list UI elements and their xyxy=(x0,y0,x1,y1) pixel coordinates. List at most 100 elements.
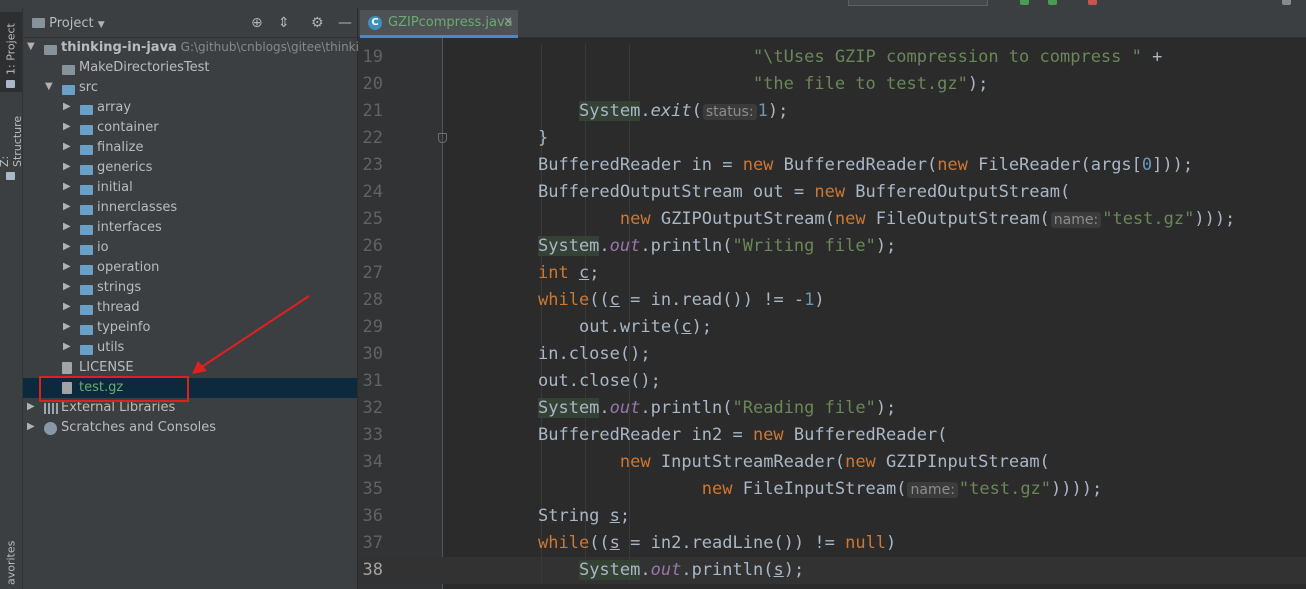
code-line[interactable]: 35 new FileInputStream(name: "test.gz")))… xyxy=(358,476,1306,503)
code-text: while((c = in.read()) != -1) xyxy=(538,290,825,310)
code-line[interactable]: 19 "\tUses GZIP compression to compress … xyxy=(358,44,1306,71)
code-line[interactable]: 37 while((s = in2.readLine()) != null) xyxy=(358,530,1306,557)
collapse-arrow-icon[interactable]: ▶ xyxy=(63,141,71,152)
tree-item[interactable]: ▶ generics xyxy=(23,158,357,178)
code-line[interactable]: 33 BufferedReader in2 = new BufferedReade… xyxy=(358,422,1306,449)
collapse-arrow-icon[interactable]: ▶ xyxy=(27,421,35,432)
code-line[interactable]: 20 "the file to test.gz"); xyxy=(358,71,1306,98)
code-line[interactable]: 24 BufferedOutputStream out = new Buffere… xyxy=(358,179,1306,206)
tree-item-label: utils xyxy=(97,340,124,355)
tree-item[interactable]: ▶ strings xyxy=(23,278,357,298)
code-line[interactable]: 36 String s; xyxy=(358,503,1306,530)
collapse-arrow-icon[interactable]: ▶ xyxy=(63,181,71,192)
code-token: "Writing file" xyxy=(732,236,876,256)
tree-item[interactable]: ▶ io xyxy=(23,238,357,258)
tree-item[interactable]: ▶ operation xyxy=(23,258,357,278)
tree-item-label: thinking-in-java G:\github\cnblogs\gitee… xyxy=(61,40,374,55)
line-number: 27 xyxy=(362,263,383,283)
tree-item[interactable]: ▼ thinking-in-java G:\github\cnblogs\gite… xyxy=(23,38,374,58)
scratches-icon xyxy=(44,422,57,439)
collapse-arrow-icon[interactable]: ▶ xyxy=(63,321,71,332)
tree-item-name: thread xyxy=(97,300,140,315)
tab-favorites[interactable]: avorites xyxy=(0,541,22,589)
collapse-arrow-icon[interactable]: ▶ xyxy=(27,401,35,412)
module-path: G:\github\cnblogs\gitee\thinking xyxy=(176,40,375,54)
tab-project[interactable]: 1: Project xyxy=(0,12,22,92)
collapse-icon[interactable]: ⇕ xyxy=(278,15,290,31)
collapse-arrow-icon[interactable]: ▶ xyxy=(63,241,71,252)
tree-item-label: finalize xyxy=(97,140,143,155)
tree-item[interactable]: ▶ typeinfo xyxy=(23,318,357,338)
code-token: FileInputStream( xyxy=(732,479,907,499)
code-token: ])); xyxy=(1152,155,1194,175)
tree-item[interactable]: ▶ Scratches and Consoles xyxy=(23,418,357,438)
tree-item[interactable]: ▶ finalize xyxy=(23,138,357,158)
close-icon[interactable]: × xyxy=(503,14,513,28)
run-config-selector[interactable] xyxy=(848,0,988,6)
code-token: while xyxy=(538,290,590,310)
code-line[interactable]: 21 System.exit(status: 1); xyxy=(358,98,1306,125)
minimize-icon[interactable]: — xyxy=(338,15,352,31)
tree-item[interactable]: ▶ container xyxy=(23,118,357,138)
tree-item[interactable]: MakeDirectoriesTest xyxy=(23,58,357,78)
project-view-selector[interactable]: Project ▼ xyxy=(32,16,105,31)
tree-item[interactable]: ▼ src xyxy=(23,78,357,98)
code-line[interactable]: 31 out.close(); xyxy=(358,368,1306,395)
stop-icon[interactable] xyxy=(1088,0,1097,5)
code-line[interactable]: 34 new InputStreamReader(new GZIPInputSt… xyxy=(358,449,1306,476)
collapse-arrow-icon[interactable]: ▶ xyxy=(63,301,71,312)
collapse-arrow-icon[interactable]: ▶ xyxy=(63,281,71,292)
collapse-arrow-icon[interactable]: ▶ xyxy=(63,221,71,232)
package-icon xyxy=(80,323,93,338)
gear-icon[interactable]: ⚙ xyxy=(311,15,324,31)
code-line[interactable]: 29 out.write(c); xyxy=(358,314,1306,341)
collapse-arrow-icon[interactable]: ▶ xyxy=(63,261,71,272)
line-number: 20 xyxy=(362,74,383,94)
tree-item[interactable]: ▶ array xyxy=(23,98,357,118)
code-token: int xyxy=(538,263,569,283)
code-line[interactable]: 22} xyxy=(358,125,1306,152)
code-token: "test.gz" xyxy=(1102,209,1195,229)
tree-item[interactable]: ▶ innerclasses xyxy=(23,198,357,218)
code-line[interactable]: 32 System.out.println("Reading file"); xyxy=(358,395,1306,422)
collapse-arrow-icon[interactable]: ▶ xyxy=(63,101,71,112)
code-line[interactable]: 26 System.out.println("Writing file"); xyxy=(358,233,1306,260)
code-line[interactable]: 30 in.close(); xyxy=(358,341,1306,368)
collapse-arrow-icon[interactable]: ▶ xyxy=(63,161,71,172)
tree-item-name: operation xyxy=(97,260,160,275)
expand-arrow-icon[interactable]: ▼ xyxy=(27,41,35,52)
fold-icon[interactable] xyxy=(438,133,447,143)
tree-item-name: strings xyxy=(97,280,142,295)
collapse-arrow-icon[interactable]: ▶ xyxy=(63,201,71,212)
target-icon[interactable]: ⊕ xyxy=(251,15,263,31)
tree-item[interactable]: ▶ initial xyxy=(23,178,357,198)
tree-item[interactable]: LICENSE xyxy=(23,358,357,378)
code-line[interactable]: 23 BufferedReader in = new BufferedReader… xyxy=(358,152,1306,179)
tree-item[interactable]: ▶ thread xyxy=(23,298,357,318)
code-line[interactable]: 38 System.out.println(s); xyxy=(358,557,1306,584)
code-token: new xyxy=(619,452,651,472)
source-folder-icon xyxy=(62,83,75,98)
line-number: 29 xyxy=(362,317,383,337)
code-line[interactable]: 28 while((c = in.read()) != -1) xyxy=(358,287,1306,314)
expand-arrow-icon[interactable]: ▼ xyxy=(45,81,53,92)
tree-item[interactable]: ▶ utils xyxy=(23,338,357,358)
tab-structure[interactable]: Z: Structure xyxy=(0,100,24,184)
debug-icon[interactable] xyxy=(1048,0,1057,5)
tree-item-label: operation xyxy=(97,260,159,275)
code-line[interactable]: 27 int c; xyxy=(358,260,1306,287)
code-line[interactable]: 25 new GZIPOutputStream(new FileOutputSt… xyxy=(358,206,1306,233)
collapse-arrow-icon[interactable]: ▶ xyxy=(63,341,71,352)
tree-item[interactable]: ▶ interfaces xyxy=(23,218,357,238)
code-token: .println( xyxy=(681,560,774,580)
package-icon xyxy=(80,283,93,298)
run-icon[interactable] xyxy=(1020,0,1029,5)
search-everywhere-icon[interactable] xyxy=(1282,0,1291,5)
line-number: 38 xyxy=(362,560,383,580)
code-text: System.out.println("Reading file"); xyxy=(538,398,896,418)
collapse-arrow-icon[interactable]: ▶ xyxy=(63,121,71,132)
tab-gzipcompress[interactable]: C GZIPcompress.java × xyxy=(360,10,518,38)
code-token: ))); xyxy=(1194,209,1236,229)
code-text: while((s = in2.readLine()) != null) xyxy=(538,533,896,553)
